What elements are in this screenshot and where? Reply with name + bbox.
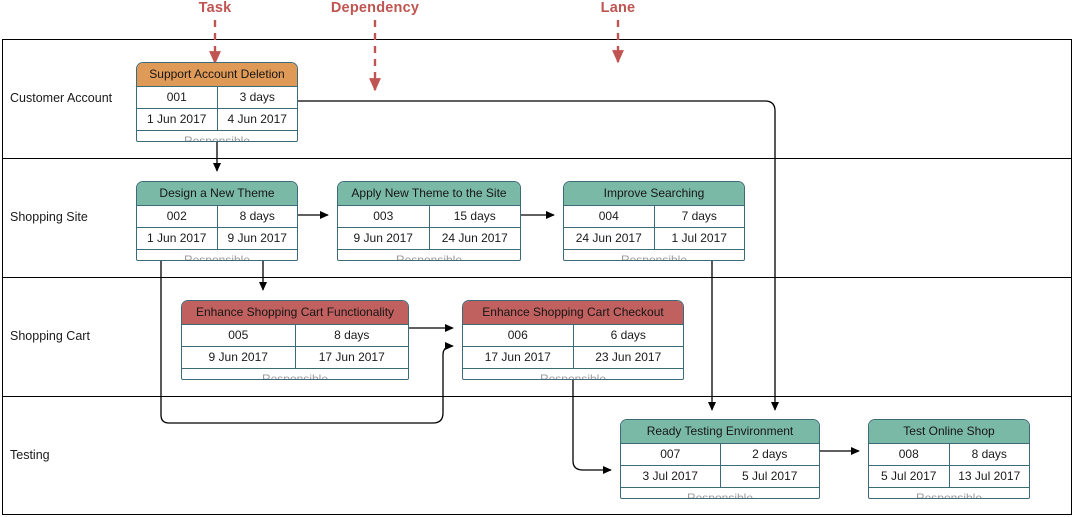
task-date-row: 3 Jul 2017 5 Jul 2017 — [621, 466, 819, 488]
task-start-date: 17 Jun 2017 — [463, 347, 574, 368]
task-start-date: 1 Jun 2017 — [137, 109, 218, 130]
task-card-006[interactable]: Enhance Shopping Cart Checkout 006 6 days 1… — [462, 300, 684, 380]
task-start-date: 5 Jul 2017 — [869, 466, 950, 487]
task-start-date: 3 Jul 2017 — [621, 466, 721, 487]
lane-divider — [2, 277, 1072, 278]
task-responsible: Responsible — [395, 253, 463, 261]
task-duration: 6 days — [610, 328, 646, 342]
task-card-002[interactable]: Design a New Theme 002 8 days 1 Jun 2017 9 J… — [136, 181, 298, 261]
lane-label-shopping-cart[interactable]: Shopping Cart — [10, 329, 90, 343]
task-title: Apply New Theme to the Site — [338, 182, 520, 206]
task-id: 002 — [137, 206, 218, 227]
task-responsible: Responsible — [183, 253, 251, 261]
task-card-007[interactable]: Ready Testing Environment 007 2 days 3 Jul … — [620, 419, 820, 499]
task-responsible: Responsible — [539, 372, 607, 380]
swimlane-diagram-canvas: Task Dependency Lane Customer Account Shopp… — [0, 0, 1074, 517]
task-end-date: 4 Jun 2017 — [227, 112, 287, 126]
annotation-label-lane: Lane — [600, 0, 636, 16]
task-title: Enhance Shopping Cart Functionality — [182, 301, 408, 325]
task-duration: 15 days — [453, 209, 496, 223]
task-id-duration-row: 007 2 days — [621, 444, 819, 466]
task-start-date: 24 Jun 2017 — [564, 228, 655, 249]
task-id: 004 — [564, 206, 655, 227]
annotation-label-task: Task — [198, 0, 232, 16]
task-id-duration-row: 004 7 days — [564, 206, 744, 228]
task-end-date: 1 Jul 2017 — [671, 231, 727, 245]
task-id-duration-row: 008 8 days — [869, 444, 1029, 466]
task-end-date: 24 Jun 2017 — [441, 231, 508, 245]
task-start-date: 9 Jun 2017 — [182, 347, 296, 368]
task-date-row: 1 Jun 2017 9 Jun 2017 — [137, 228, 297, 250]
task-end-date: 5 Jul 2017 — [742, 469, 798, 483]
task-card-008[interactable]: Test Online Shop 008 8 days 5 Jul 2017 13 Ju… — [868, 419, 1030, 499]
task-date-row: 5 Jul 2017 13 Jul 2017 — [869, 466, 1029, 488]
task-card-004[interactable]: Improve Searching 004 7 days 24 Jun 2017 1 J… — [563, 181, 745, 261]
task-responsible: Responsible — [183, 134, 251, 142]
task-title: Test Online Shop — [869, 420, 1029, 444]
task-date-row: 24 Jun 2017 1 Jul 2017 — [564, 228, 744, 250]
lane-divider — [2, 396, 1072, 397]
task-end-date: 17 Jun 2017 — [318, 350, 385, 364]
task-id-duration-row: 003 15 days — [338, 206, 520, 228]
task-title: Improve Searching — [564, 182, 744, 206]
task-start-date: 1 Jun 2017 — [137, 228, 218, 249]
task-id: 006 — [463, 325, 574, 346]
task-id: 007 — [621, 444, 721, 465]
task-id: 008 — [869, 444, 950, 465]
task-id: 005 — [182, 325, 296, 346]
task-duration: 7 days — [681, 209, 717, 223]
task-title: Support Account Deletion — [137, 63, 297, 87]
task-responsible: Responsible — [261, 372, 329, 380]
task-duration: 2 days — [752, 447, 788, 461]
task-card-003[interactable]: Apply New Theme to the Site 003 15 days 9 J… — [337, 181, 521, 261]
task-id: 001 — [137, 87, 218, 108]
task-duration: 8 days — [239, 209, 275, 223]
task-duration: 3 days — [239, 90, 275, 104]
task-end-date: 13 Jul 2017 — [958, 469, 1021, 483]
task-id-duration-row: 006 6 days — [463, 325, 683, 347]
task-date-row: 1 Jun 2017 4 Jun 2017 — [137, 109, 297, 131]
lane-label-shopping-site[interactable]: Shopping Site — [10, 210, 88, 224]
task-responsible: Responsible — [686, 491, 754, 499]
task-end-date: 9 Jun 2017 — [227, 231, 287, 245]
task-duration: 8 days — [971, 447, 1007, 461]
task-title: Design a New Theme — [137, 182, 297, 206]
task-id-duration-row: 005 8 days — [182, 325, 408, 347]
task-responsible: Responsible — [620, 253, 688, 261]
task-responsible: Responsible — [915, 491, 983, 499]
task-date-row: 17 Jun 2017 23 Jun 2017 — [463, 347, 683, 369]
task-start-date: 9 Jun 2017 — [338, 228, 430, 249]
task-title: Ready Testing Environment — [621, 420, 819, 444]
lane-label-customer-account[interactable]: Customer Account — [10, 91, 112, 105]
task-title: Enhance Shopping Cart Checkout — [463, 301, 683, 325]
task-end-date: 23 Jun 2017 — [595, 350, 662, 364]
lane-divider — [2, 158, 1072, 159]
task-id: 003 — [338, 206, 430, 227]
task-date-row: 9 Jun 2017 17 Jun 2017 — [182, 347, 408, 369]
task-duration: 8 days — [334, 328, 370, 342]
task-id-duration-row: 002 8 days — [137, 206, 297, 228]
lane-label-testing[interactable]: Testing — [10, 448, 50, 462]
task-id-duration-row: 001 3 days — [137, 87, 297, 109]
task-card-005[interactable]: Enhance Shopping Cart Functionality 005 8 … — [181, 300, 409, 380]
task-date-row: 9 Jun 2017 24 Jun 2017 — [338, 228, 520, 250]
task-card-001[interactable]: Support Account Deletion 001 3 days 1 Jun 2… — [136, 62, 298, 142]
annotation-label-dependency: Dependency — [330, 0, 420, 16]
